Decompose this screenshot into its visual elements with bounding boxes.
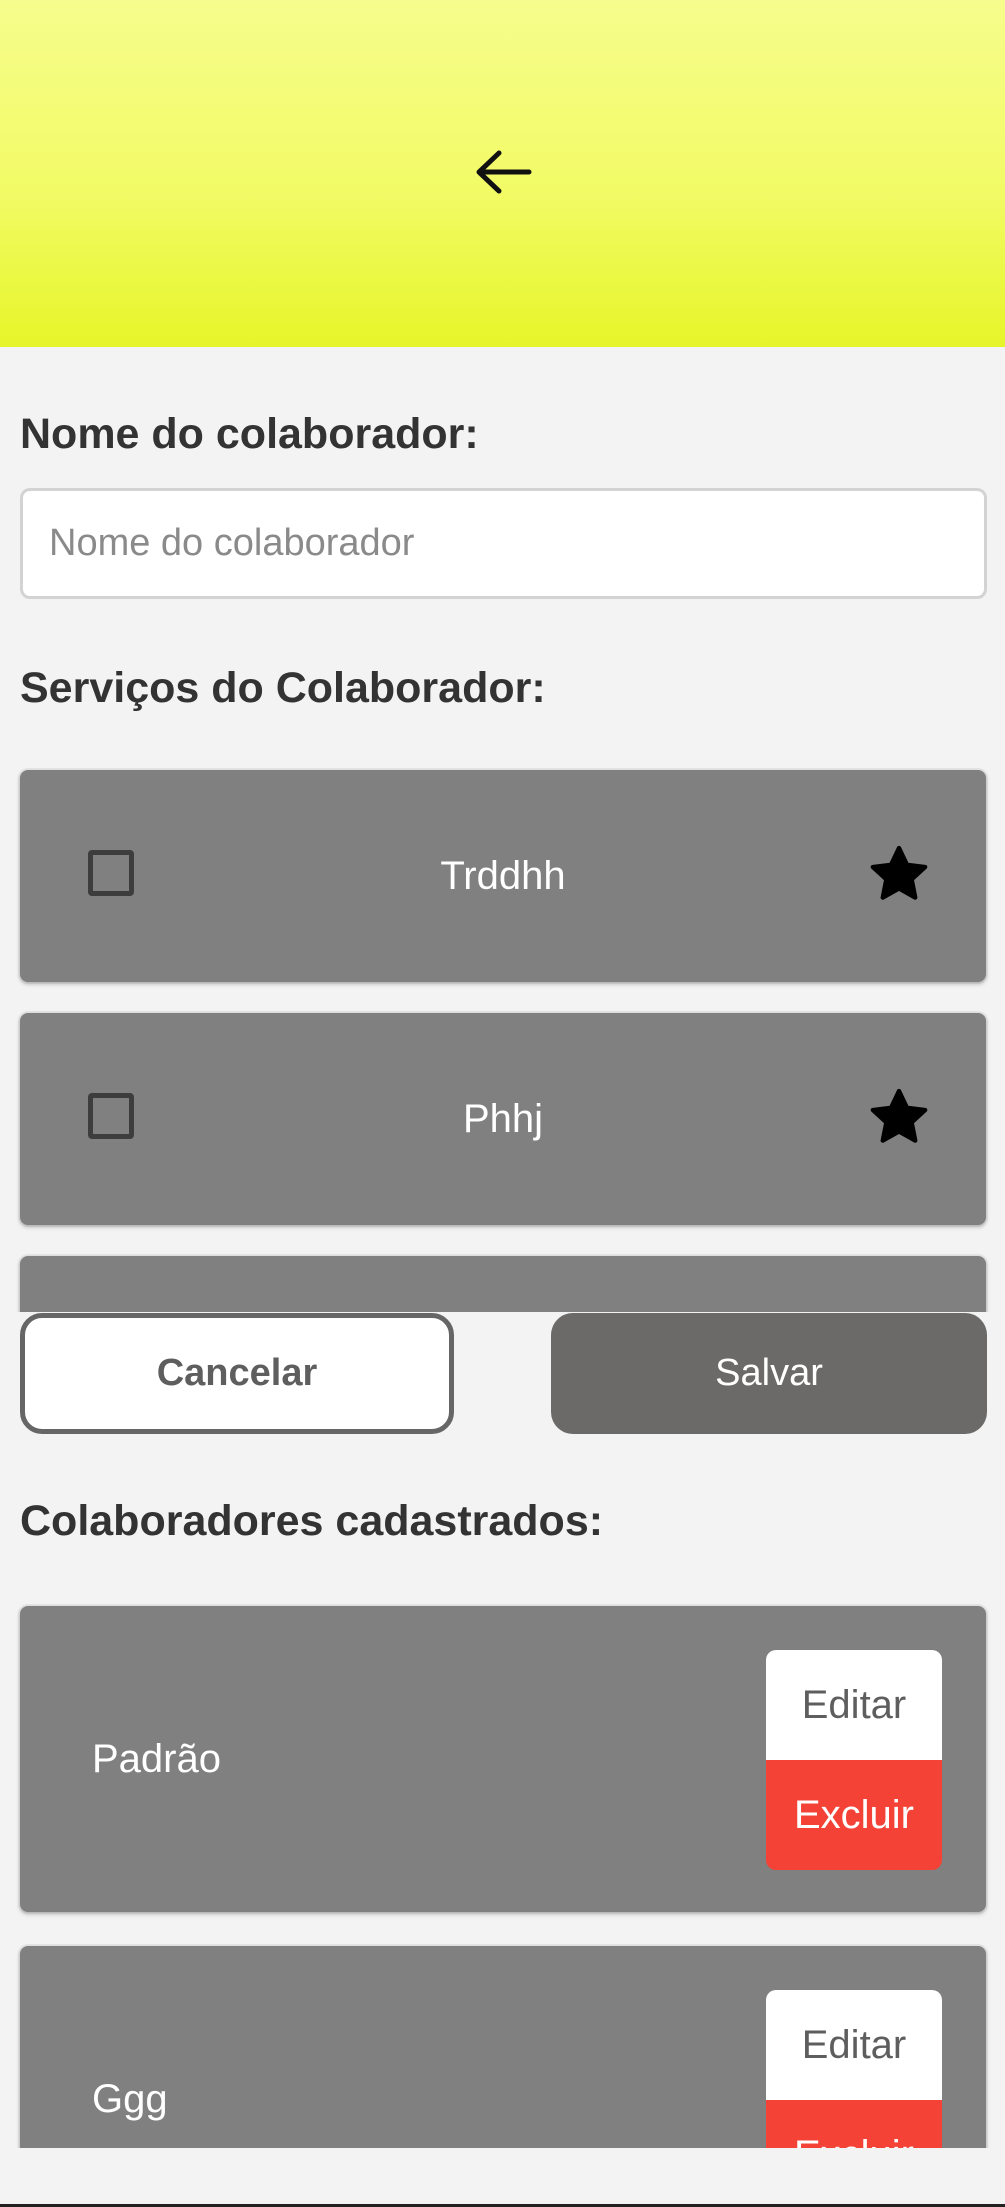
save-button[interactable]: Salvar [551, 1313, 987, 1434]
cancel-button[interactable]: Cancelar [20, 1313, 454, 1434]
collaborator-name: Padrão [92, 1736, 221, 1781]
service-name [20, 1256, 986, 1312]
service-name: Trddhh [440, 853, 566, 898]
collaborators-list[interactable]: Padrão Editar Excluir Ggg Editar Excluir [0, 1590, 1005, 2148]
delete-button[interactable]: Excluir [766, 2100, 942, 2148]
collaborator-name: Ggg [92, 2076, 168, 2121]
collaborator-item: Ggg Editar Excluir [20, 1946, 986, 2148]
services-label: Serviços do Colaborador: [20, 664, 546, 712]
delete-button[interactable]: Excluir [766, 1760, 942, 1870]
app-header [0, 0, 1005, 347]
service-name: Phhj [462, 1096, 544, 1141]
services-list[interactable]: Trddhh Phhj [0, 760, 1005, 1312]
service-item[interactable]: Phhj [20, 1013, 986, 1225]
back-button[interactable] [470, 142, 536, 202]
star-icon[interactable] [866, 842, 932, 908]
edit-button[interactable]: Editar [766, 1650, 942, 1760]
collaborators-title: Colaboradores cadastrados: [20, 1497, 604, 1545]
arrow-left-icon [476, 150, 532, 194]
name-input[interactable] [20, 488, 987, 599]
edit-button[interactable]: Editar [766, 1990, 942, 2100]
name-label: Nome do colaborador: [20, 410, 479, 458]
service-item[interactable]: Trddhh [20, 770, 986, 982]
star-icon[interactable] [866, 1085, 932, 1151]
collaborator-item: Padrão Editar Excluir [20, 1606, 986, 1912]
service-item[interactable] [20, 1256, 986, 1312]
